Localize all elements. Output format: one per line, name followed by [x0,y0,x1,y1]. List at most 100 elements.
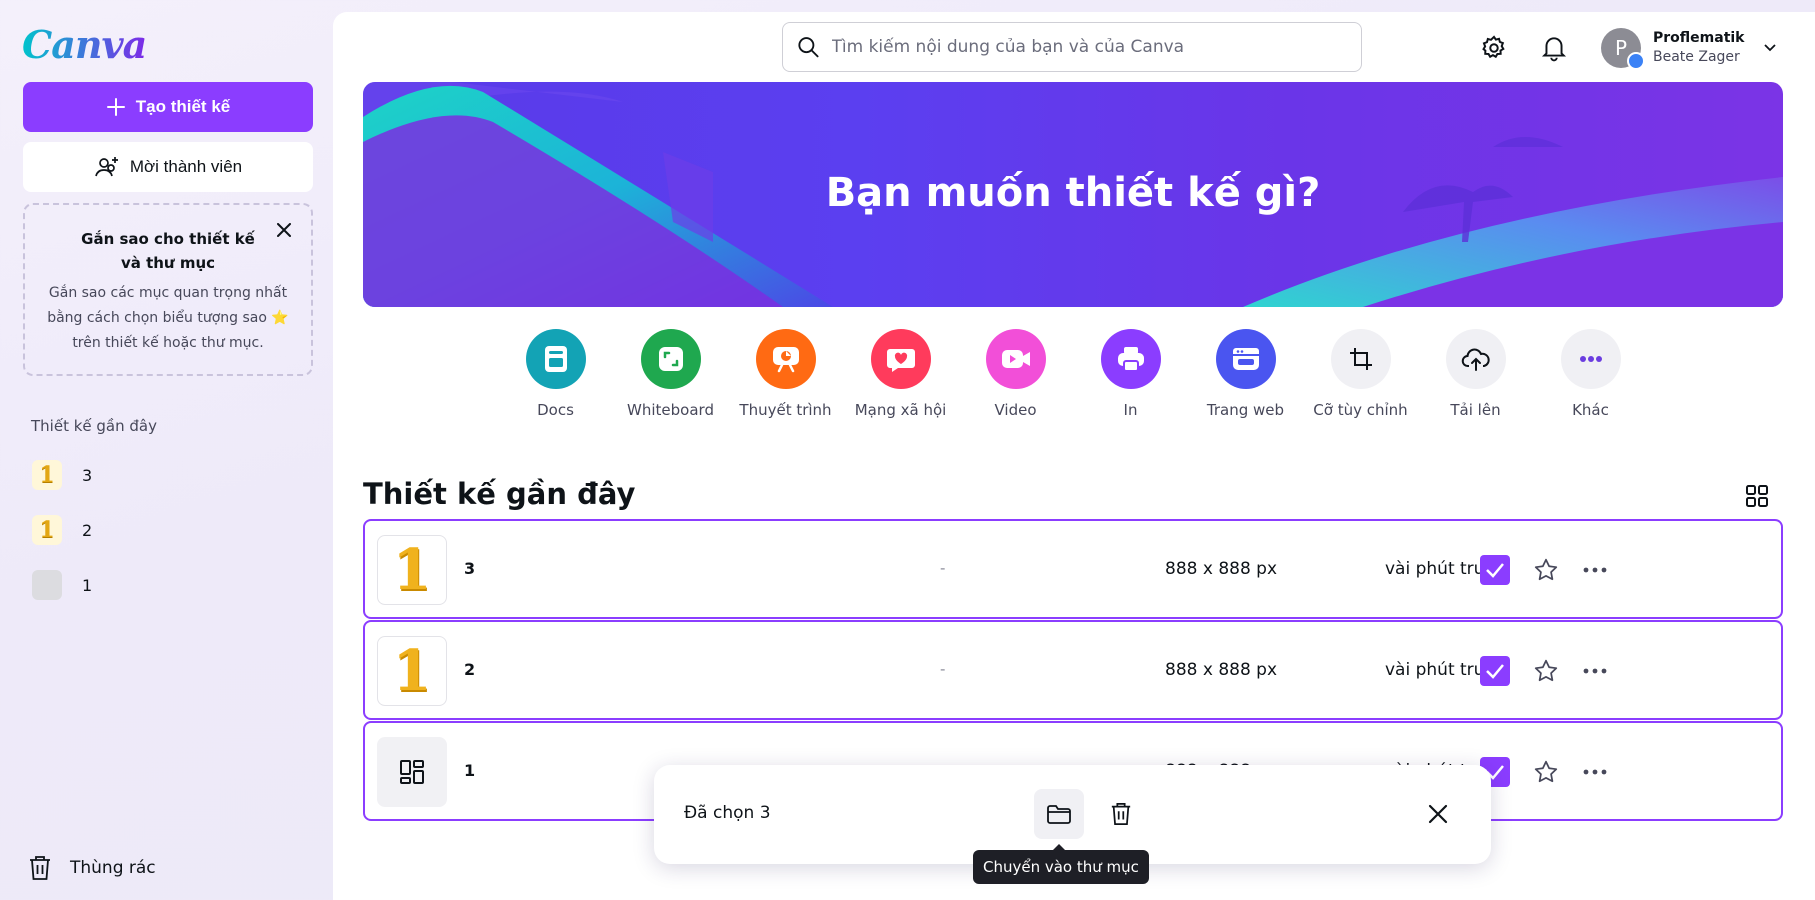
recent-designs-title: Thiết kế gần đây [363,477,636,511]
star-icon [1534,760,1558,783]
trash-icon [30,856,50,880]
category-label: Cỡ tùy chỉnh [1313,401,1408,419]
design-thumbnail [32,570,62,600]
recent-item-label: 1 [82,575,93,595]
notifications-button[interactable] [1538,32,1570,64]
design-name: 1 [464,761,476,780]
more-horizontal-icon [1583,769,1607,775]
table-row[interactable]: 1 3 - 888 x 888 px vài phút trước [363,519,1783,619]
category-label: Tải lên [1450,401,1501,419]
create-design-label: Tạo thiết kế [135,97,231,116]
selection-count: Đã chọn 3 [684,803,771,823]
table-row[interactable]: 1 2 - 888 x 888 px vài phút trước [363,620,1783,720]
star-button[interactable] [1531,656,1561,686]
recent-item-label: 3 [82,465,93,485]
design-size: 888 x 888 px [1165,660,1278,680]
search-icon [798,37,819,58]
design-name: 2 [464,660,476,679]
hero-banner: Bạn muốn thiết kế gì? [363,82,1783,307]
category-social-media[interactable]: Mạng xã hội [843,329,958,419]
docs-icon [525,329,586,389]
team-globe-icon [1627,52,1645,70]
more-options-button[interactable] [1580,757,1610,787]
tip-close-button[interactable] [273,219,295,241]
folder-icon [1047,805,1071,824]
more-horizontal-icon [1583,567,1607,573]
grid-icon [1746,485,1768,507]
design-thumbnail: 1 [32,515,62,545]
design-size: 888 x 888 px [1165,559,1278,579]
recent-item[interactable]: 1 [32,570,92,600]
category-docs[interactable]: Docs [498,329,613,419]
category-whiteboard[interactable]: Whiteboard [613,329,728,419]
design-owner: - [940,559,946,577]
recent-designs-heading: Thiết kế gần đây [31,417,157,435]
recent-item[interactable]: 1 2 [32,515,92,545]
document-icon [400,760,424,784]
invite-members-button[interactable]: Mời thành viên [23,142,313,192]
design-type-shortcuts: Docs Whiteboard Thuyết trình Mạng xã hội… [498,329,1648,419]
search-bar[interactable] [782,22,1362,72]
category-label: Trang web [1206,401,1285,419]
trash-link[interactable]: Thùng rác [28,855,156,881]
delete-button[interactable] [1096,789,1146,839]
more-options-button[interactable] [1580,656,1610,686]
row-checkbox[interactable] [1480,656,1510,686]
search-input[interactable] [831,37,1347,57]
star-tip-card: Gắn sao cho thiết kế và thư mục Gắn sao … [23,203,313,376]
presentation-icon [755,329,816,389]
create-design-button[interactable]: Tạo thiết kế [23,82,313,132]
move-to-folder-button[interactable] [1034,789,1084,839]
move-to-folder-tooltip: Chuyển vào thư mục [973,844,1149,884]
recent-item-label: 2 [82,520,93,540]
design-thumbnail: 1 [32,460,62,490]
trash-icon [1111,803,1131,825]
check-icon [1486,664,1504,679]
settings-button[interactable] [1478,32,1510,64]
check-icon [1486,563,1504,578]
upload-cloud-icon [1445,329,1506,389]
category-video[interactable]: Video [958,329,1073,419]
more-dots-icon [1560,329,1621,389]
more-options-button[interactable] [1580,555,1610,585]
canva-logo[interactable]: Canva [22,22,147,67]
row-checkbox[interactable] [1480,555,1510,585]
recent-item[interactable]: 1 3 [32,460,92,490]
category-more[interactable]: Khác [1533,329,1648,419]
star-icon [1534,558,1558,581]
category-label: In [1123,401,1138,419]
account-menu[interactable]: P Proflematik Beate Zager [1601,28,1777,70]
avatar: P [1601,28,1645,70]
design-owner: - [940,660,946,678]
star-button[interactable] [1531,555,1561,585]
account-user: Beate Zager [1653,49,1740,65]
star-button[interactable] [1531,757,1561,787]
category-upload[interactable]: Tải lên [1418,329,1533,419]
tip-body: Gắn sao các mục quan trọng nhất bằng các… [47,285,289,351]
bell-icon [1541,37,1567,62]
category-website[interactable]: Trang web [1188,329,1303,419]
category-label: Video [994,401,1037,419]
grid-view-toggle[interactable] [1743,482,1771,510]
banner-title: Bạn muốn thiết kế gì? [825,170,1321,216]
whiteboard-icon [640,329,701,389]
chevron-down-icon [1763,44,1776,52]
close-icon [277,223,291,237]
category-presentation[interactable]: Thuyết trình [728,329,843,419]
star-icon [1534,659,1558,682]
category-label: Mạng xã hội [854,401,947,419]
heart-icon [870,329,931,389]
printer-icon [1100,329,1161,389]
design-thumbnail: 1 [377,535,447,605]
category-print[interactable]: In [1073,329,1188,419]
add-user-icon [95,157,118,177]
custom-size-icon [1330,329,1391,389]
sidebar: Canva Tạo thiết kế Mời thành viên Gắn sa… [0,0,333,900]
category-custom-size[interactable]: Cỡ tùy chỉnh [1303,329,1418,419]
video-icon [985,329,1046,389]
close-icon [1428,804,1448,824]
more-horizontal-icon [1583,668,1607,674]
category-label: Thuyết trình [739,401,832,419]
invite-members-label: Mời thành viên [129,157,243,176]
clear-selection-button[interactable] [1419,795,1457,833]
